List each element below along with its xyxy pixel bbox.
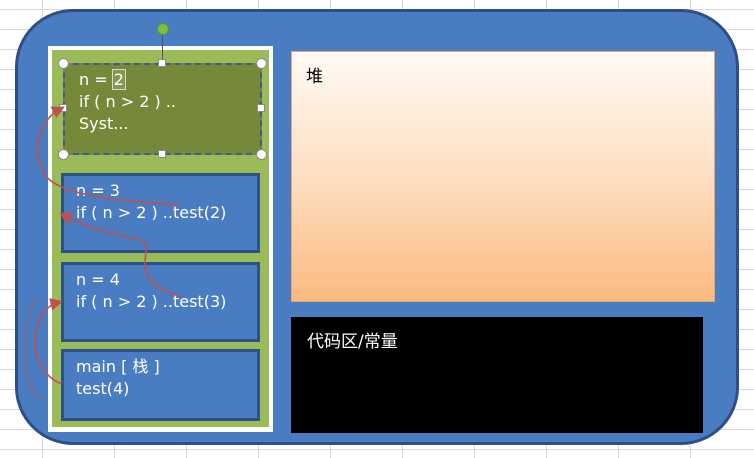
- diagram-canvas: n = 2 if ( n > 2 ) .. Syst... n = 3 if (…: [0, 0, 754, 458]
- code-area-label: 代码区/常量: [307, 332, 398, 352]
- arrow-test3-to-test2: [36, 106, 181, 206]
- arrow-main-to-test4: [34, 298, 64, 385]
- arrow-return-test2: [23, 299, 41, 401]
- arrow-test4-to-test3: [59, 212, 181, 297]
- code-constant-area: 代码区/常量: [291, 317, 703, 433]
- heap-area: 堆: [291, 51, 715, 302]
- heap-label: 堆: [306, 67, 323, 87]
